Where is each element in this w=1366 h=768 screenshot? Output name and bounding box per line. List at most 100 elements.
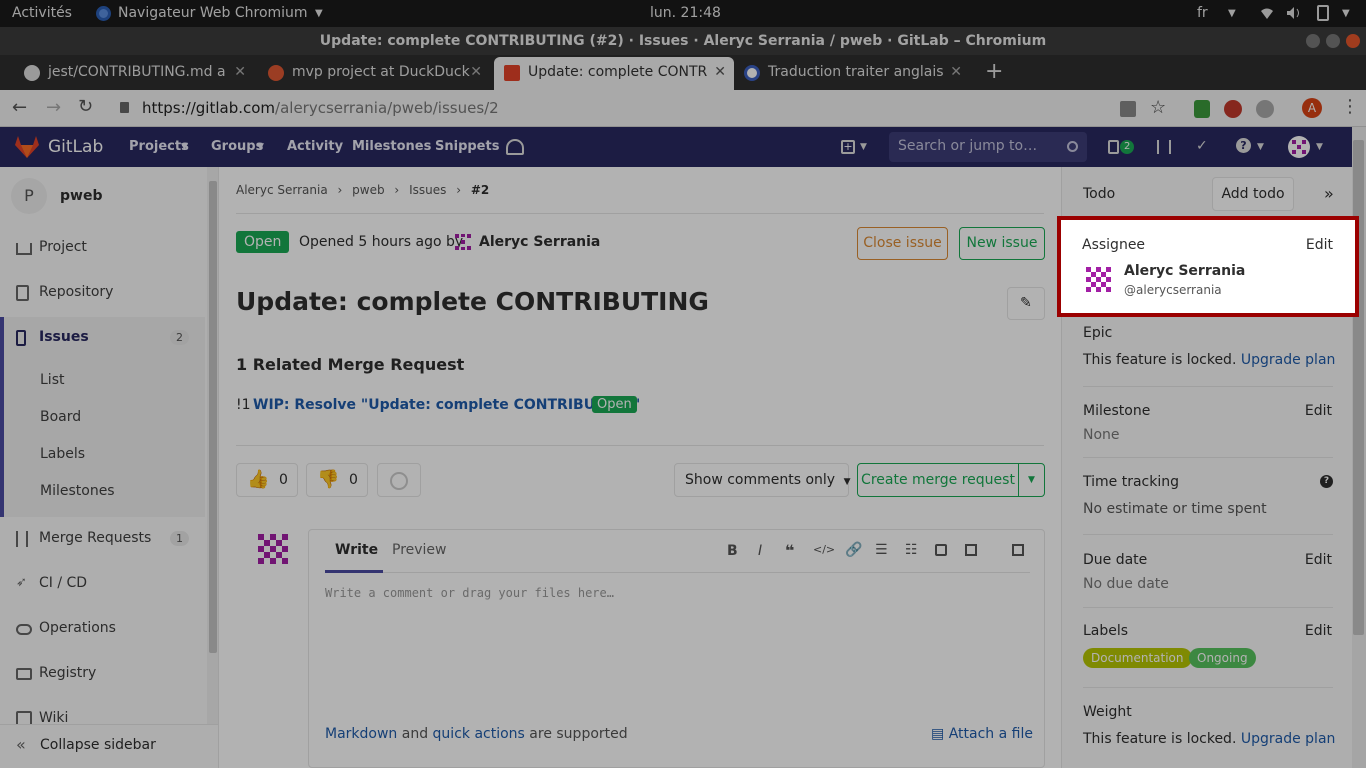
close-issue-button[interactable]: Close issue xyxy=(857,227,948,260)
todos-icon[interactable]: ✓ xyxy=(1196,138,1208,154)
numbered-list-icon[interactable]: ☷ xyxy=(905,542,918,558)
gitlab-brand[interactable]: GitLab xyxy=(48,137,103,157)
create-mr-dropdown-toggle[interactable]: ▼ xyxy=(1018,463,1045,497)
attach-file-button[interactable]: ▤ Attach a file xyxy=(931,726,1033,742)
address-bar[interactable]: https://gitlab.com/alerycserrania/pweb/i… xyxy=(142,99,499,117)
issues-icon[interactable] xyxy=(1108,140,1119,154)
quote-icon[interactable]: ❝ xyxy=(785,541,794,560)
close-tab-icon[interactable]: ✕ xyxy=(714,57,726,87)
tab-gitlab-active[interactable]: Update: complete CONTR ✕ xyxy=(494,57,734,90)
tab-duckduckgo[interactable]: mvp project at DuckDuck ✕ xyxy=(258,57,490,90)
forward-icon[interactable]: → xyxy=(46,97,61,118)
table-icon[interactable] xyxy=(965,544,977,556)
epic-upgrade-link[interactable]: Upgrade plan xyxy=(1241,352,1336,368)
close-icon[interactable] xyxy=(1346,34,1360,48)
write-tab[interactable]: Write xyxy=(335,542,378,558)
label-ongoing[interactable]: Ongoing xyxy=(1189,648,1256,668)
tab-github[interactable]: jest/CONTRIBUTING.md a ✕ xyxy=(14,57,254,90)
help-icon[interactable]: ? xyxy=(1320,475,1333,488)
sidebar-item-registry[interactable]: Registry xyxy=(0,655,205,695)
breadcrumb-project[interactable]: pweb xyxy=(352,183,384,197)
reload-icon[interactable]: ↻ xyxy=(78,96,93,117)
new-issue-button[interactable]: New issue xyxy=(959,227,1045,260)
add-todo-button[interactable]: Add todo xyxy=(1212,177,1294,211)
nav-snippets[interactable]: Snippets xyxy=(435,139,499,154)
thumbs-down-button[interactable]: 👎 0 xyxy=(306,463,368,497)
performance-icon[interactable] xyxy=(506,139,524,155)
labels-edit[interactable]: Edit xyxy=(1305,623,1332,639)
link-icon[interactable]: 🔗 xyxy=(845,542,862,558)
italic-icon[interactable]: I xyxy=(758,543,762,559)
close-tab-icon[interactable]: ✕ xyxy=(950,57,962,87)
menu-icon[interactable]: ⋮ xyxy=(1341,96,1359,117)
translate-icon[interactable] xyxy=(1120,101,1136,117)
app-menu[interactable]: Navigateur Web Chromium xyxy=(118,5,308,21)
collapse-sidebar-icon[interactable]: » xyxy=(1324,184,1334,203)
nav-milestones[interactable]: Milestones xyxy=(352,139,431,154)
mr-link[interactable]: WIP: Resolve "Update: complete CONTRIBUT… xyxy=(253,397,640,413)
due-date-edit[interactable]: Edit xyxy=(1305,552,1332,568)
sidebar-item-ci-cd[interactable]: ➶ CI / CD xyxy=(0,565,205,605)
profile-avatar[interactable]: A xyxy=(1302,98,1322,118)
sidebar-item-project[interactable]: Project xyxy=(0,229,205,269)
nav-groups[interactable]: Groups xyxy=(211,139,263,154)
markdown-link[interactable]: Markdown xyxy=(325,726,397,742)
nav-activity[interactable]: Activity xyxy=(287,139,343,154)
merge-requests-icon[interactable] xyxy=(1157,140,1171,154)
nav-projects[interactable]: Projects xyxy=(129,139,189,154)
sidebar-subitem-labels[interactable]: Labels xyxy=(40,446,85,462)
bold-icon[interactable]: B xyxy=(727,543,738,559)
edit-title-button[interactable]: ✎ xyxy=(1007,287,1045,320)
sidebar-scroll-thumb[interactable] xyxy=(209,181,217,653)
sidebar-item-merge-requests[interactable]: Merge Requests 1 xyxy=(0,520,205,560)
extension-icon[interactable] xyxy=(1194,100,1210,118)
tab-reverso[interactable]: Traduction traiter anglais ✕ xyxy=(734,57,970,90)
maximize-icon[interactable] xyxy=(1326,34,1340,48)
sidebar-scrollbar[interactable] xyxy=(207,167,218,724)
breadcrumb-user[interactable]: Aleryc Serrania xyxy=(236,183,328,197)
thumbs-up-button[interactable]: 👍 0 xyxy=(236,463,298,497)
milestone-edit[interactable]: Edit xyxy=(1305,403,1332,419)
sidebar-item-repository[interactable]: Repository xyxy=(0,274,205,314)
minimize-icon[interactable] xyxy=(1306,34,1320,48)
clock[interactable]: lun. 21:48 xyxy=(650,5,721,21)
author-avatar[interactable] xyxy=(454,233,472,251)
new-tab-icon[interactable]: + xyxy=(985,59,1003,84)
close-tab-icon[interactable]: ✕ xyxy=(234,57,246,87)
sidebar-item-issues[interactable]: Issues 2 xyxy=(0,319,205,359)
quick-actions-link[interactable]: quick actions xyxy=(433,726,525,742)
gitlab-logo-icon[interactable] xyxy=(14,135,40,159)
star-icon[interactable]: ☆ xyxy=(1150,97,1166,118)
comment-textarea[interactable]: Write a comment or drag your files here… xyxy=(325,586,614,600)
label-documentation[interactable]: Documentation xyxy=(1083,648,1192,668)
user-avatar[interactable] xyxy=(1288,136,1310,158)
sidebar-subitem-board[interactable]: Board xyxy=(40,409,81,425)
task-list-icon[interactable] xyxy=(935,544,947,556)
language-indicator[interactable]: fr xyxy=(1197,5,1208,21)
preview-tab[interactable]: Preview xyxy=(392,542,447,558)
assignee-name[interactable]: Aleryc Serrania xyxy=(1124,263,1245,279)
extension-icon[interactable] xyxy=(1224,100,1242,118)
assignee-edit[interactable]: Edit xyxy=(1306,237,1333,253)
project-name[interactable]: pweb xyxy=(60,188,102,204)
collapse-sidebar-button[interactable]: « Collapse sidebar xyxy=(0,724,218,768)
extension-icon[interactable] xyxy=(1256,100,1274,118)
create-merge-request-button[interactable]: Create merge request xyxy=(857,463,1019,497)
add-reaction-button[interactable] xyxy=(377,463,421,497)
activities-button[interactable]: Activités xyxy=(12,5,72,21)
plus-icon[interactable]: + xyxy=(841,140,855,154)
weight-upgrade-link[interactable]: Upgrade plan xyxy=(1241,731,1336,747)
sidebar-subitem-milestones[interactable]: Milestones xyxy=(40,483,115,499)
sidebar-item-operations[interactable]: Operations xyxy=(0,610,205,650)
page-scroll-thumb[interactable] xyxy=(1353,140,1364,635)
search-input[interactable]: Search or jump to… xyxy=(889,132,1087,162)
comment-filter-dropdown[interactable]: Show comments only ▼ xyxy=(674,463,850,497)
author-name[interactable]: Aleryc Serrania xyxy=(479,234,600,250)
sidebar-subitem-list[interactable]: List xyxy=(40,372,64,388)
help-icon[interactable]: ? xyxy=(1236,138,1251,153)
bullet-list-icon[interactable]: ☰ xyxy=(875,542,888,558)
fullscreen-icon[interactable] xyxy=(1012,544,1024,556)
assignee-avatar[interactable] xyxy=(1084,265,1114,295)
breadcrumb-issues[interactable]: Issues xyxy=(409,183,446,197)
close-tab-icon[interactable]: ✕ xyxy=(470,57,482,87)
